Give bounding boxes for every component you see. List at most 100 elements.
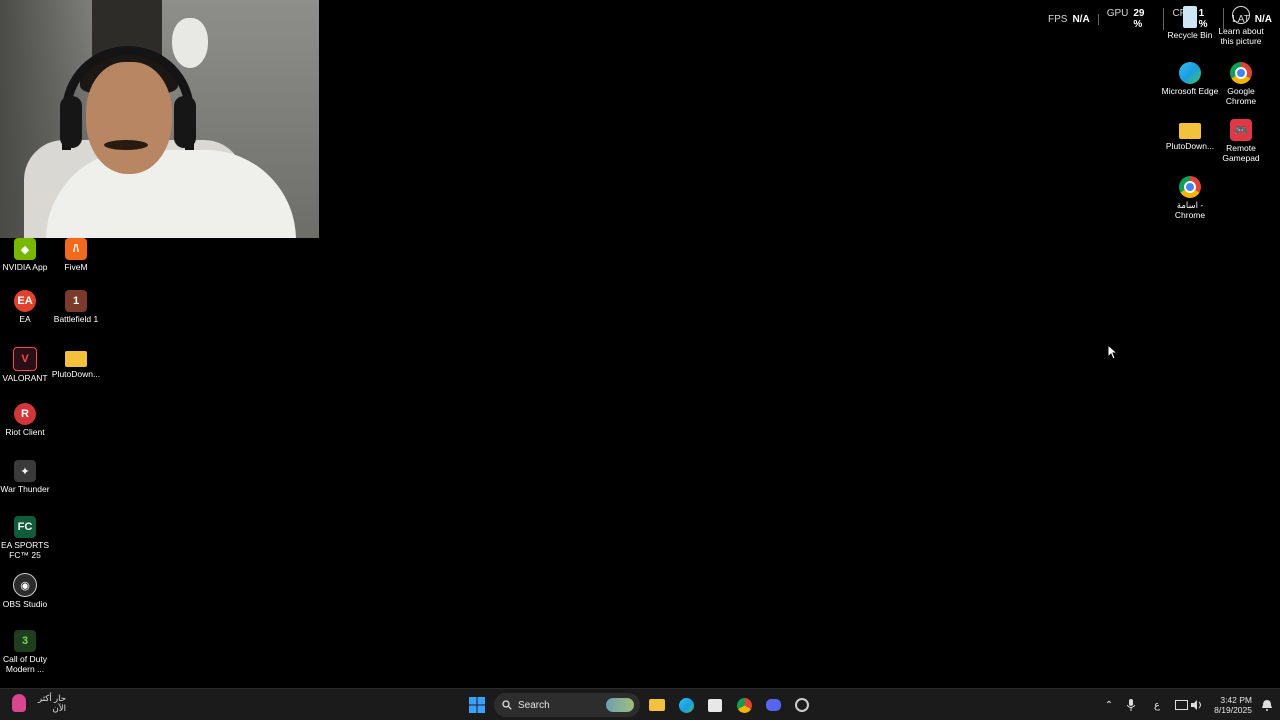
icon-label: FiveM (64, 262, 88, 272)
clock-time: 3:42 PM (1220, 695, 1252, 705)
icon-label: Remote Gamepad (1222, 143, 1260, 163)
desktop-icon-call-of-duty[interactable]: 3 Call of Duty Modern ... (0, 630, 51, 674)
desktop-icon-ea-sports-fc[interactable]: FC EA SPORTS FC™ 25 (0, 516, 51, 560)
desktop-icon-learn-about-picture[interactable]: Learn about this picture (1215, 6, 1267, 46)
app-icon (795, 698, 809, 712)
gpu-value: 29 % (1133, 8, 1145, 30)
desktop[interactable]: FPS N/A GPU 29 % CPU 1 % LAT N/A ◆ NVIDI… (0, 0, 1280, 720)
speaker-icon (1191, 700, 1201, 710)
folder-icon (65, 351, 87, 367)
icon-label: Learn about this picture (1218, 26, 1264, 46)
webcam-overlay (0, 0, 319, 238)
folder-icon (649, 699, 665, 711)
desktop-icon-microsoft-edge[interactable]: Microsoft Edge (1161, 62, 1219, 96)
search-icon (502, 700, 512, 710)
icon-label: War Thunder (0, 484, 50, 494)
fivem-icon: /\ (65, 238, 87, 260)
folder-icon (1179, 123, 1201, 139)
edge-icon (1179, 62, 1201, 84)
start-button[interactable] (466, 694, 488, 716)
weather-icon (12, 694, 26, 712)
notifications-button[interactable] (1260, 698, 1274, 712)
desktop-icon-nvidia-app[interactable]: ◆ NVIDIA App (0, 238, 51, 272)
clock[interactable]: 3:42 PM 8/19/2025 (1214, 695, 1252, 715)
taskbar-chrome[interactable] (733, 694, 755, 716)
gpu-label: GPU (1106, 8, 1129, 19)
nvidia-icon: ◆ (14, 238, 36, 260)
taskbar-file-explorer[interactable] (646, 694, 668, 716)
taskbar-app[interactable] (791, 694, 813, 716)
taskbar-store[interactable] (704, 694, 726, 716)
camera-icon (1232, 6, 1250, 24)
desktop-icon-war-thunder[interactable]: ✦ War Thunder (0, 460, 51, 494)
store-icon (708, 698, 722, 712)
battlefield-icon: 1 (65, 290, 87, 312)
input-language-button[interactable]: ع (1150, 698, 1164, 712)
fps-stat: FPS N/A (1040, 13, 1099, 25)
desktop-icon-fivem[interactable]: /\ FiveM (50, 238, 102, 272)
weather-widget[interactable]: حار أكثر الآن (12, 693, 66, 713)
chevron-up-icon: ⌃ (1104, 699, 1114, 711)
taskbar: حار أكثر الآن Search ⌃ ع 3:42 PM 8/19/20… (0, 688, 1280, 720)
call-of-duty-icon: 3 (14, 630, 36, 652)
desktop-icon-google-chrome[interactable]: Google Chrome (1215, 62, 1267, 106)
taskbar-discord[interactable] (762, 694, 784, 716)
ea-fc-icon: FC (14, 516, 36, 538)
desktop-icon-plutodown-right[interactable]: PlutoDown... (1164, 119, 1216, 151)
desktop-icon-battlefield-1[interactable]: 1 Battlefield 1 (50, 290, 102, 324)
network-button[interactable] (1174, 698, 1188, 712)
valorant-icon: V (13, 347, 37, 371)
icon-label: EA (19, 314, 31, 324)
desktop-icon-plutodown-left[interactable]: PlutoDown... (50, 347, 102, 379)
desktop-icon-obs-studio[interactable]: ◉ OBS Studio (0, 573, 51, 609)
taskbar-edge[interactable] (675, 694, 697, 716)
desktop-icon-valorant[interactable]: V VALORANT (0, 347, 51, 383)
icon-label: VALORANT (2, 373, 48, 383)
search-highlight-art (606, 698, 634, 712)
fps-label: FPS (1048, 13, 1068, 25)
fps-value: N/A (1072, 13, 1090, 25)
riot-icon: R (14, 403, 36, 425)
icon-label: Riot Client (5, 427, 45, 437)
edge-icon (678, 697, 694, 713)
chrome-profile-icon (1179, 176, 1201, 198)
desktop-icon-ea[interactable]: EA EA (0, 290, 51, 324)
icon-label: EA SPORTS FC™ 25 (0, 540, 50, 560)
show-hidden-icons-button[interactable]: ⌃ (1102, 698, 1116, 712)
icon-label: NVIDIA App (2, 262, 48, 272)
chrome-icon (736, 697, 752, 713)
network-icon (1174, 700, 1188, 710)
desktop-icon-osama-chrome[interactable]: اسامة - Chrome (1164, 176, 1216, 220)
discord-icon (765, 699, 781, 711)
desktop-icon-riot-client[interactable]: R Riot Client (0, 403, 51, 437)
microphone-button[interactable] (1124, 698, 1138, 712)
microphone-icon (1127, 699, 1135, 711)
windows-icon (469, 697, 485, 713)
clock-date: 8/19/2025 (1214, 705, 1252, 715)
volume-button[interactable] (1190, 698, 1204, 712)
icon-label: Google Chrome (1225, 86, 1257, 106)
desktop-icon-remote-gamepad[interactable]: 🎮 Remote Gamepad (1215, 119, 1267, 163)
icon-label: PlutoDown... (1165, 141, 1215, 151)
mouse-cursor-icon (1107, 344, 1117, 360)
chrome-icon (1230, 62, 1252, 84)
icon-label: اسامة - Chrome (1174, 200, 1206, 220)
icon-label: OBS Studio (2, 599, 48, 609)
icon-label: PlutoDown... (51, 369, 101, 379)
gpu-stat: GPU 29 % (1099, 8, 1165, 30)
icon-label: Microsoft Edge (1161, 86, 1219, 96)
taskbar-search[interactable]: Search (494, 693, 640, 717)
gamepad-icon: 🎮 (1230, 119, 1252, 141)
ea-icon: EA (14, 290, 36, 312)
desktop-icon-recycle-bin[interactable]: Recycle Bin (1164, 6, 1216, 40)
war-thunder-icon: ✦ (14, 460, 36, 482)
search-label: Search (518, 699, 550, 711)
icon-label: Battlefield 1 (53, 314, 99, 324)
icon-label: Recycle Bin (1167, 30, 1213, 40)
weather-text: حار أكثر الآن (38, 693, 66, 713)
input-indicator: ع (1154, 699, 1160, 711)
bell-icon (1262, 699, 1272, 711)
obs-icon: ◉ (13, 573, 37, 597)
recycle-bin-icon (1183, 6, 1197, 28)
icon-label: Call of Duty Modern ... (3, 654, 47, 674)
